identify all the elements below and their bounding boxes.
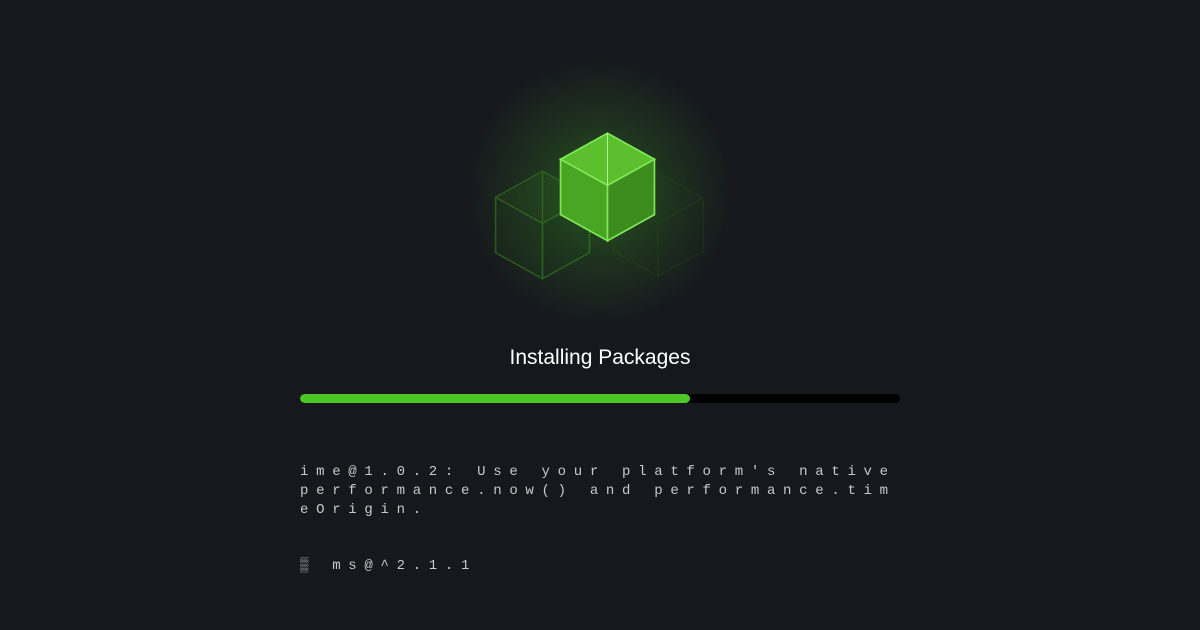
cube-illustration bbox=[450, 76, 750, 336]
installer-panel: Installing Packages ime@1.0.2: Use your … bbox=[300, 76, 900, 614]
log-line: ime@1.0.2: Use your platform's native pe… bbox=[300, 463, 900, 520]
cubes-group bbox=[500, 126, 700, 286]
log-line: ▒ ms@^2.1.1 bbox=[300, 557, 900, 576]
status-title: Installing Packages bbox=[510, 346, 691, 370]
progress-fill bbox=[300, 394, 690, 403]
install-log: ime@1.0.2: Use your platform's native pe… bbox=[300, 425, 900, 614]
cube-icon bbox=[555, 128, 660, 248]
progress-bar bbox=[300, 394, 900, 403]
